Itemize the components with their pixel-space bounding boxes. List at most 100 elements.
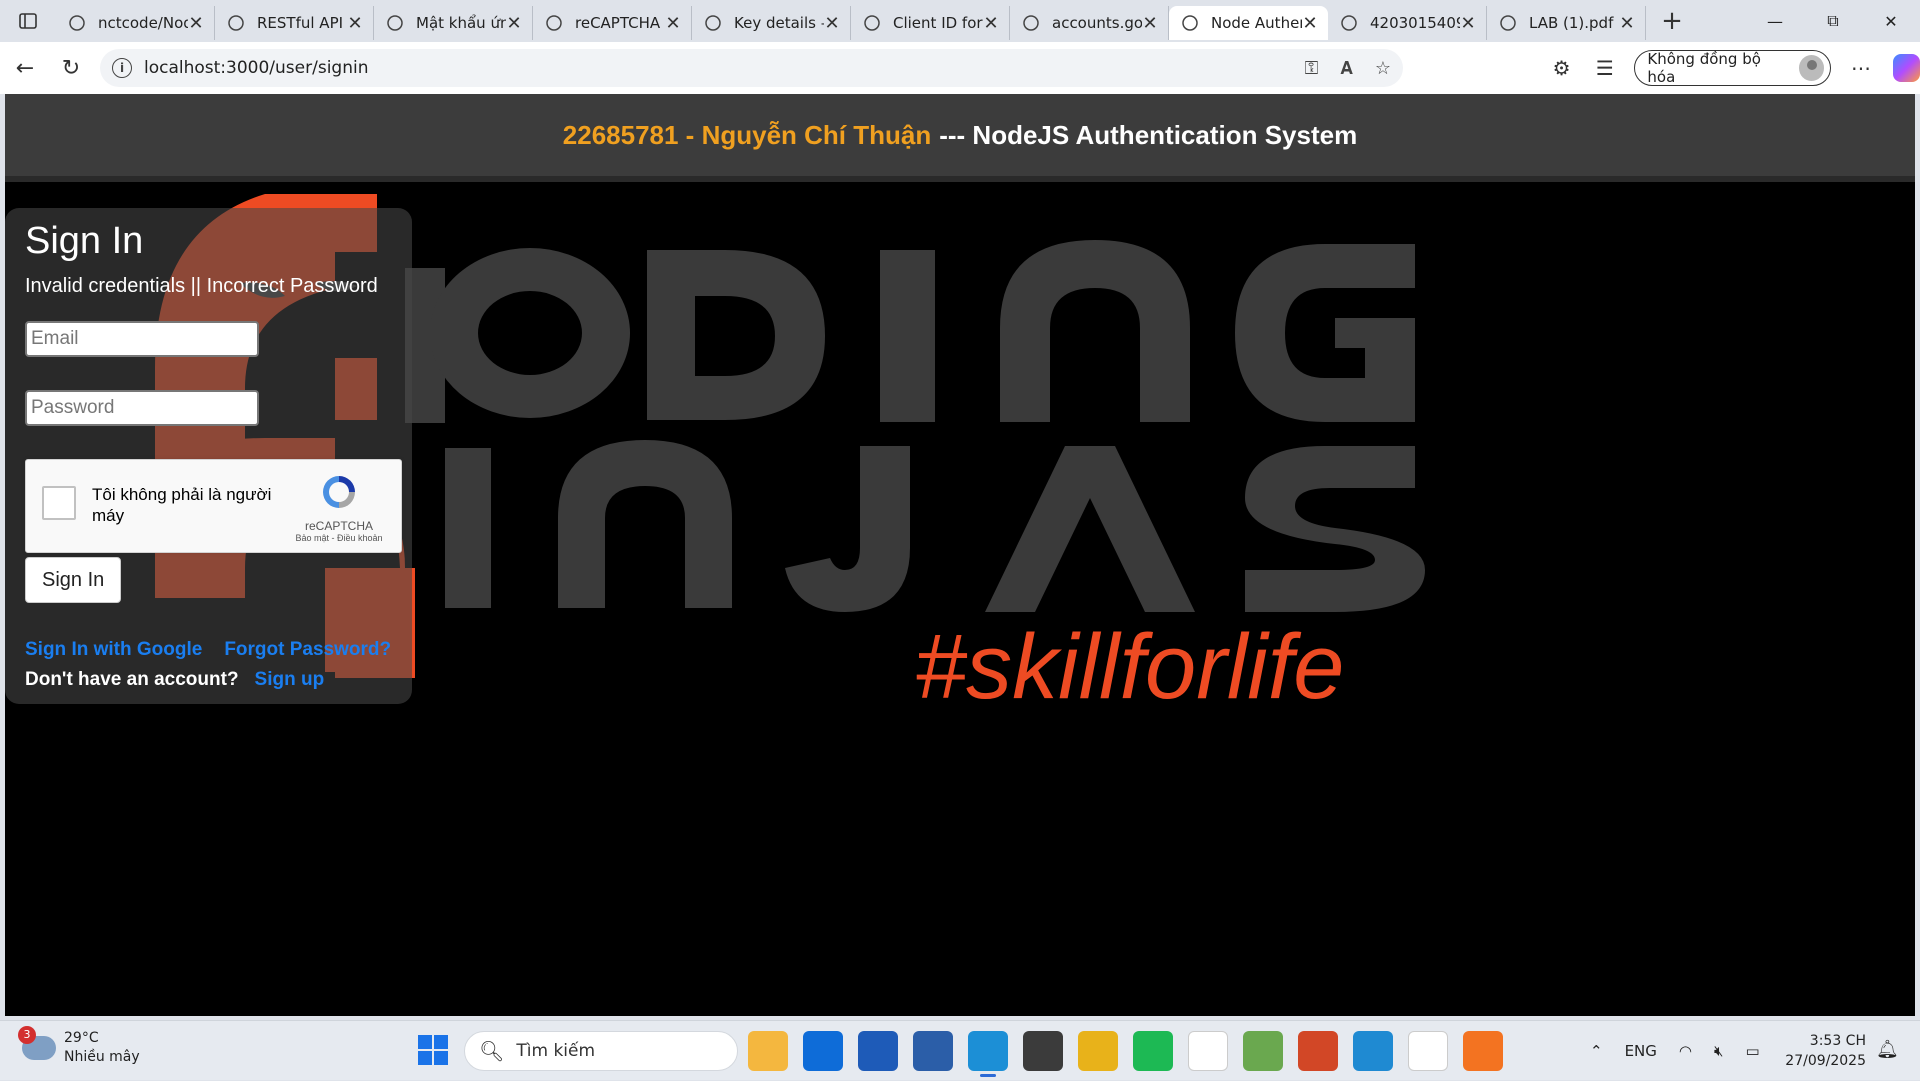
header-title: --- NodeJS Authentication System [939, 120, 1357, 151]
browser-tab[interactable]: 4203015409✕ [1328, 6, 1487, 40]
new-tab-button[interactable]: + [1652, 6, 1692, 36]
no-account-text: Don't have an account? [25, 669, 239, 691]
tab-title: nctcode/Node [98, 14, 188, 32]
signin-button[interactable]: Sign In [25, 557, 121, 603]
pdf-icon [1499, 14, 1517, 32]
recaptcha-logo[interactable]: reCAPTCHA Bảo mật - Điều khoản [291, 472, 387, 543]
close-tab-icon[interactable]: ✕ [1460, 13, 1476, 34]
tab-title: LAB (1).pdf [1529, 14, 1619, 32]
art-line1-letters [405, 240, 1415, 423]
weather-desc: Nhiều mây [64, 1048, 140, 1067]
notification-bell-icon[interactable]: 🔔︎ [1876, 1039, 1899, 1060]
image-viewer-icon[interactable] [1243, 1031, 1283, 1071]
start-button[interactable] [418, 1035, 448, 1065]
recaptcha-privacy-terms[interactable]: Bảo mật - Điều khoản [291, 533, 387, 543]
profile-button[interactable]: Không đồng bộ hóa [1634, 50, 1831, 86]
tab-actions-button[interactable] [0, 0, 56, 42]
email-input[interactable] [25, 321, 259, 357]
key-icon[interactable]: ⚿ [1305, 58, 1319, 79]
browser-tab[interactable]: Key details –✕ [692, 6, 851, 40]
browser-tab[interactable]: Mật khẩu ứng dụng✕ [374, 6, 533, 40]
taskbar-search-placeholder: Tìm kiếm [516, 1041, 595, 1061]
taskbar-apps [748, 1031, 1503, 1071]
browser-tab[interactable]: LAB (1).pdf✕ [1487, 6, 1646, 40]
close-tab-icon[interactable]: ✕ [983, 13, 999, 34]
translate-icon[interactable]: 𝐀 [1340, 58, 1353, 79]
unity-icon[interactable] [1023, 1031, 1063, 1071]
close-window-button[interactable]: ✕ [1862, 0, 1920, 42]
battery-icon[interactable]: ▭ [1745, 1042, 1759, 1060]
address-bar[interactable]: i localhost:3000/user/signin ⚿ 𝐀 ☆ [100, 49, 1403, 87]
mathworks-icon[interactable] [858, 1031, 898, 1071]
browser-tab[interactable]: RESTful API✕ [215, 6, 374, 40]
language-indicator[interactable]: ENG [1625, 1042, 1657, 1060]
reload-button[interactable]: ↻ [48, 45, 94, 91]
web-page: 22685781 - Nguyễn Chí Thuận --- NodeJS A… [5, 94, 1915, 1016]
browser-tab[interactable]: accounts.google✕ [1010, 6, 1169, 40]
restore-button[interactable]: ⧉ [1804, 0, 1862, 42]
recaptcha-icon [545, 14, 563, 32]
browser-tab[interactable]: Node Authentication✕ [1169, 6, 1328, 40]
browser-tab[interactable]: Client ID for✕ [851, 6, 1010, 40]
close-tab-icon[interactable]: ✕ [506, 13, 522, 34]
close-tab-icon[interactable]: ✕ [1619, 13, 1635, 34]
error-message: Invalid credentials || Incorrect Passwor… [25, 275, 392, 298]
tab-actions-icon [19, 12, 37, 30]
chevron-up-icon[interactable]: ⌃ [1590, 1042, 1603, 1060]
close-tab-icon[interactable]: ✕ [665, 13, 681, 34]
foxit-pdf-icon[interactable] [1463, 1031, 1503, 1071]
more-options-icon[interactable]: ⋯ [1839, 56, 1882, 80]
signup-link[interactable]: Sign up [255, 669, 325, 691]
clock[interactable]: 3:53 CH 27/09/2025 [1780, 1031, 1866, 1071]
file-explorer-icon[interactable] [748, 1031, 788, 1071]
tab-title: Mật khẩu ứng dụng [416, 14, 506, 32]
favorite-star-icon[interactable]: ☆ [1375, 58, 1391, 79]
powerbi-icon[interactable] [1078, 1031, 1118, 1071]
copilot-icon[interactable] [1893, 54, 1920, 82]
shield-icon [863, 14, 881, 32]
google-signin-link[interactable]: Sign In with Google [25, 639, 202, 661]
mongodb-compass-icon[interactable] [1188, 1031, 1228, 1071]
tab-title: reCAPTCHA [575, 14, 665, 32]
weather-badge: 3 [18, 1026, 36, 1044]
forgot-password-link[interactable]: Forgot Password? [224, 639, 391, 661]
tab-strip: nctcode/Node✕RESTful API✕Mật khẩu ứng dụ… [56, 0, 1646, 42]
close-tab-icon[interactable]: ✕ [1142, 13, 1158, 34]
vscode-icon[interactable] [1353, 1031, 1393, 1071]
tab-title: Key details – [734, 14, 824, 32]
site-info-icon[interactable]: i [112, 58, 132, 78]
browser-tab[interactable]: reCAPTCHA✕ [533, 6, 692, 40]
back-button[interactable]: ← [2, 45, 48, 91]
password-input[interactable] [25, 390, 259, 426]
extensions-icon[interactable]: ⚙ [1540, 56, 1583, 80]
minimize-button[interactable]: — [1746, 0, 1804, 42]
wifi-icon[interactable]: ◠ [1679, 1042, 1692, 1060]
close-tab-icon[interactable]: ✕ [347, 13, 363, 34]
favorites-icon[interactable]: ☰ [1583, 56, 1626, 80]
tab-title: Client ID for [893, 14, 983, 32]
recaptcha-checkbox[interactable] [42, 486, 76, 520]
volume-muted-icon[interactable]: 🔇︎ [1714, 1042, 1723, 1060]
mongodb-icon[interactable] [1408, 1031, 1448, 1071]
taskbar-search[interactable]: 🔍︎ Tìm kiếm [464, 1031, 738, 1071]
spotify-icon[interactable] [1133, 1031, 1173, 1071]
browser-tab[interactable]: nctcode/Node✕ [56, 6, 215, 40]
close-tab-icon[interactable]: ✕ [188, 13, 204, 34]
store-icon[interactable] [913, 1031, 953, 1071]
browser-toolbar: ← ↻ i localhost:3000/user/signin ⚿ 𝐀 ☆ ⚙… [0, 42, 1920, 94]
recaptcha-label: Tôi không phải là người máy [92, 484, 282, 526]
page-header: 22685781 - Nguyễn Chí Thuận --- NodeJS A… [5, 94, 1915, 182]
close-tab-icon[interactable]: ✕ [1302, 13, 1318, 34]
edge-icon[interactable] [968, 1031, 1008, 1071]
clock-time: 3:53 CH [1780, 1031, 1866, 1051]
weather-widget[interactable]: 3 29°C Nhiều mây [22, 1029, 140, 1067]
art-tagline: #skillforlife [915, 616, 1344, 718]
close-tab-icon[interactable]: ✕ [824, 13, 840, 34]
openai-icon [227, 14, 245, 32]
teamviewer-icon[interactable] [803, 1031, 843, 1071]
tab-title: 4203015409 [1370, 14, 1460, 32]
recaptcha-widget: Tôi không phải là người máy reCAPTCHA Bả… [25, 459, 402, 553]
windows-taskbar: 3 29°C Nhiều mây 🔍︎ Tìm kiếm ⌃ ENG ◠ 🔇︎ … [0, 1020, 1920, 1080]
recaptcha-icon [319, 472, 359, 512]
powerpoint-icon[interactable] [1298, 1031, 1338, 1071]
